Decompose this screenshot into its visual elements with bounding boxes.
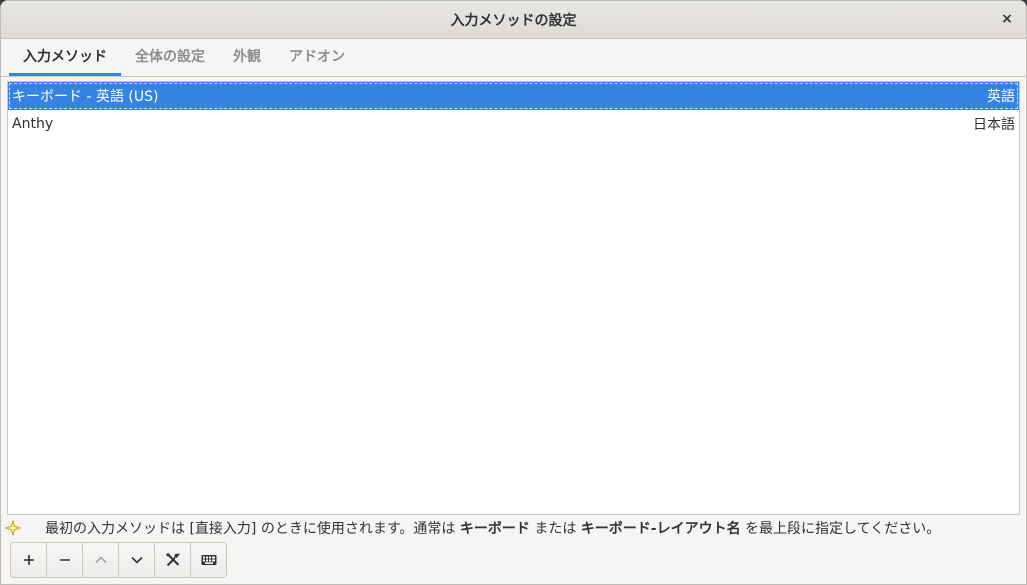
tab-global-settings[interactable]: 全体の設定: [121, 39, 219, 76]
input-method-name: キーボード - 英語 (US): [12, 89, 159, 105]
move-down-icon: [130, 556, 143, 564]
tab-addons[interactable]: アドオン: [275, 39, 359, 76]
list-item[interactable]: Anthy 日本語: [8, 110, 1019, 138]
remove-icon: [59, 559, 70, 561]
configure-button[interactable]: [155, 543, 191, 577]
input-method-language: 英語: [987, 89, 1015, 105]
close-icon: ×: [1001, 11, 1013, 27]
add-icon: [23, 555, 34, 565]
remove-button[interactable]: [47, 543, 83, 577]
add-button[interactable]: [11, 543, 47, 577]
list-toolbar: [10, 542, 227, 578]
keyboard-layout-icon: [201, 555, 216, 565]
input-method-language: 日本語: [973, 117, 1015, 133]
move-up-button[interactable]: [83, 543, 119, 577]
close-button[interactable]: ×: [996, 8, 1018, 30]
list-item[interactable]: キーボード - 英語 (US) 英語: [8, 82, 1019, 110]
title-bar[interactable]: 入力メソッドの設定 ×: [1, 1, 1026, 39]
keyboard-layout-button[interactable]: [191, 543, 226, 577]
input-method-list[interactable]: キーボード - 英語 (US) 英語 Anthy 日本語: [7, 81, 1020, 515]
tab-bar: 入力メソッド 全体の設定 外観 アドオン: [1, 39, 1026, 77]
hint-message: 最初の入力メソッドは [直接入力] のときに使用されます。通常は キーボード ま…: [1, 517, 1026, 539]
move-up-icon: [94, 556, 107, 564]
tab-appearance[interactable]: 外観: [219, 39, 275, 76]
move-down-button[interactable]: [119, 543, 155, 577]
input-method-name: Anthy: [12, 116, 54, 132]
window-title: 入力メソッドの設定: [450, 12, 577, 29]
hint-text: 最初の入力メソッドは [直接入力] のときに使用されます。通常は キーボード ま…: [45, 521, 941, 537]
tab-input-methods[interactable]: 入力メソッド: [9, 39, 121, 76]
settings-window: 入力メソッドの設定 × 入力メソッド 全体の設定 外観 アドオン キーボード -…: [0, 0, 1027, 585]
configure-icon: [165, 553, 180, 567]
info-star-icon: [1, 520, 27, 536]
